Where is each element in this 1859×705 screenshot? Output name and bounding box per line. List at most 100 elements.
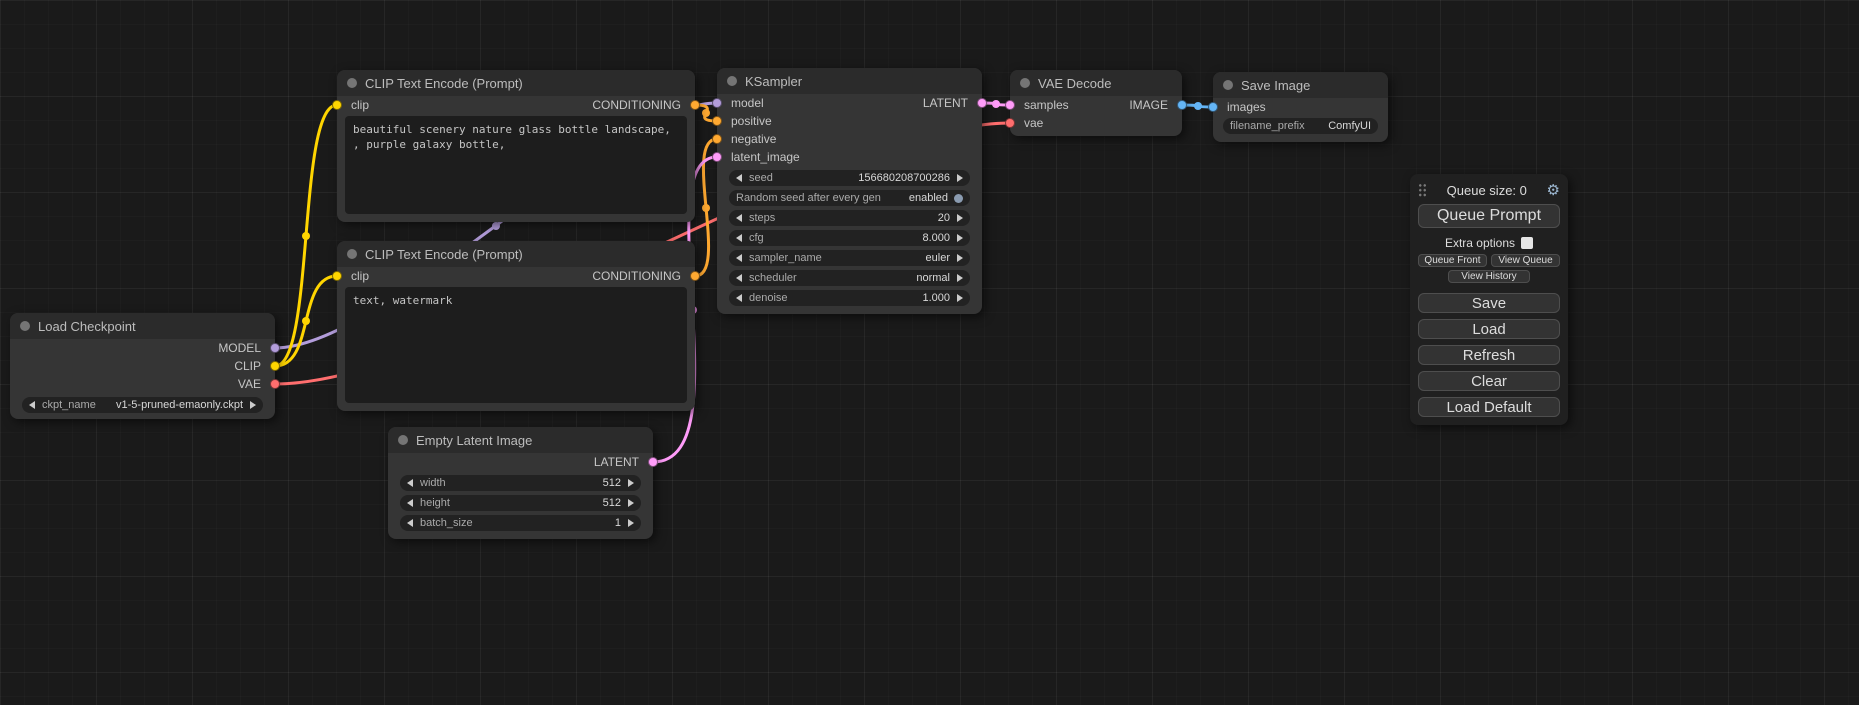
queue-buttons-row: Queue Front View Queue — [1418, 254, 1560, 267]
node-title-bar[interactable]: VAE Decode — [1010, 70, 1182, 96]
slot-dot-image-output[interactable] — [1177, 100, 1187, 110]
slot-dot-negative-input[interactable] — [712, 134, 722, 144]
next-value-icon[interactable] — [628, 479, 634, 487]
node-title-bar[interactable]: Load Checkpoint — [10, 313, 275, 339]
link-midpoint-negative[interactable] — [702, 204, 710, 212]
slot-dot-latent-image-input[interactable] — [712, 152, 722, 162]
clear-button[interactable]: Clear — [1418, 371, 1560, 391]
prev-value-icon[interactable] — [407, 519, 413, 527]
load-button[interactable]: Load — [1418, 319, 1560, 339]
link-midpoint-positive[interactable] — [702, 109, 710, 117]
view-queue-button[interactable]: View Queue — [1491, 254, 1560, 267]
next-value-icon[interactable] — [957, 274, 963, 282]
slot-dot-positive-input[interactable] — [712, 116, 722, 126]
prev-value-icon[interactable] — [736, 254, 742, 262]
prev-value-icon[interactable] — [736, 214, 742, 222]
widget-steps[interactable]: steps 20 — [729, 210, 970, 226]
graph-canvas[interactable]: Load Checkpoint MODEL CLIP VAE ckpt_name… — [0, 0, 1859, 705]
slot-dot-conditioning-output[interactable] — [690, 271, 700, 281]
node-clip-text-encode-negative[interactable]: CLIP Text Encode (Prompt) clip CONDITION… — [337, 241, 695, 411]
negative-prompt-textarea[interactable]: text, watermark — [345, 287, 687, 403]
slot-dot-clip-input[interactable] — [332, 271, 342, 281]
collapse-toggle-icon[interactable] — [20, 321, 30, 331]
next-value-icon[interactable] — [628, 519, 634, 527]
prev-value-icon[interactable] — [736, 274, 742, 282]
collapse-toggle-icon[interactable] — [1223, 80, 1233, 90]
next-value-icon[interactable] — [250, 401, 256, 409]
slot-dot-images-input[interactable] — [1208, 102, 1218, 112]
save-button[interactable]: Save — [1418, 293, 1560, 313]
slot-dot-model-output[interactable] — [270, 343, 280, 353]
toggle-knob-icon[interactable] — [954, 194, 963, 203]
node-vae-decode[interactable]: VAE Decode samples IMAGE vae — [1010, 70, 1182, 136]
link-midpoint-image[interactable] — [1194, 102, 1202, 110]
widget-denoise[interactable]: denoise 1.000 — [729, 290, 970, 306]
widget-batch-size[interactable]: batch_size 1 — [400, 515, 641, 531]
next-value-icon[interactable] — [628, 499, 634, 507]
collapse-toggle-icon[interactable] — [727, 76, 737, 86]
slot-dot-clip-input[interactable] — [332, 100, 342, 110]
slot-row-clip-conditioning: clip CONDITIONING — [337, 267, 695, 285]
node-empty-latent-image[interactable]: Empty Latent Image LATENT width 512 heig… — [388, 427, 653, 539]
node-title-bar[interactable]: CLIP Text Encode (Prompt) — [337, 70, 695, 96]
comfy-menu-panel: Queue size: 0 ⚙ Queue Prompt Extra optio… — [1410, 174, 1568, 425]
widget-seed[interactable]: seed 156680208700286 — [729, 170, 970, 186]
link-midpoint-clip-negative[interactable] — [302, 317, 310, 325]
node-title: Load Checkpoint — [38, 319, 136, 334]
next-value-icon[interactable] — [957, 214, 963, 222]
slot-row-vae: vae — [1010, 114, 1182, 132]
node-clip-text-encode-positive[interactable]: CLIP Text Encode (Prompt) clip CONDITION… — [337, 70, 695, 222]
node-title-bar[interactable]: Empty Latent Image — [388, 427, 653, 453]
settings-gear-icon[interactable]: ⚙ — [1547, 183, 1560, 198]
slot-dot-latent-output[interactable] — [977, 98, 987, 108]
widget-scheduler[interactable]: scheduler normal — [729, 270, 970, 286]
collapse-toggle-icon[interactable] — [1020, 78, 1030, 88]
node-title-bar[interactable]: CLIP Text Encode (Prompt) — [337, 241, 695, 267]
extra-options-checkbox[interactable] — [1521, 237, 1533, 249]
drag-handle-icon[interactable] — [1418, 183, 1427, 197]
prev-value-icon[interactable] — [407, 479, 413, 487]
load-default-button[interactable]: Load Default — [1418, 397, 1560, 417]
queue-prompt-button[interactable]: Queue Prompt — [1418, 204, 1560, 228]
widget-sampler-name[interactable]: sampler_name euler — [729, 250, 970, 266]
widget-random-seed-toggle[interactable]: Random seed after every gen enabled — [729, 190, 970, 206]
positive-prompt-textarea[interactable]: beautiful scenery nature glass bottle la… — [345, 116, 687, 214]
widget-height[interactable]: height 512 — [400, 495, 641, 511]
next-value-icon[interactable] — [957, 294, 963, 302]
slot-dot-vae-input[interactable] — [1005, 118, 1015, 128]
slot-dot-latent-output[interactable] — [648, 457, 658, 467]
widget-cfg[interactable]: cfg 8.000 — [729, 230, 970, 246]
node-title: Empty Latent Image — [416, 433, 532, 448]
link-midpoint-model[interactable] — [492, 222, 500, 230]
next-value-icon[interactable] — [957, 254, 963, 262]
widget-width[interactable]: width 512 — [400, 475, 641, 491]
slot-dot-clip-output[interactable] — [270, 361, 280, 371]
node-load-checkpoint[interactable]: Load Checkpoint MODEL CLIP VAE ckpt_name… — [10, 313, 275, 419]
next-value-icon[interactable] — [957, 174, 963, 182]
node-title-bar[interactable]: Save Image — [1213, 72, 1388, 98]
slot-dot-vae-output[interactable] — [270, 379, 280, 389]
node-ksampler[interactable]: KSampler model LATENT positive negative … — [717, 68, 982, 314]
node-title: CLIP Text Encode (Prompt) — [365, 247, 523, 262]
prev-value-icon[interactable] — [736, 294, 742, 302]
prev-value-icon[interactable] — [29, 401, 35, 409]
prev-value-icon[interactable] — [736, 174, 742, 182]
slot-dot-conditioning-output[interactable] — [690, 100, 700, 110]
collapse-toggle-icon[interactable] — [398, 435, 408, 445]
next-value-icon[interactable] — [957, 234, 963, 242]
collapse-toggle-icon[interactable] — [347, 249, 357, 259]
prev-value-icon[interactable] — [736, 234, 742, 242]
widget-filename-prefix[interactable]: filename_prefix ComfyUI — [1223, 118, 1378, 134]
link-midpoint-clip-positive[interactable] — [302, 232, 310, 240]
slot-dot-model-input[interactable] — [712, 98, 722, 108]
collapse-toggle-icon[interactable] — [347, 78, 357, 88]
node-title-bar[interactable]: KSampler — [717, 68, 982, 94]
link-midpoint-samples[interactable] — [992, 100, 1000, 108]
prev-value-icon[interactable] — [407, 499, 413, 507]
refresh-button[interactable]: Refresh — [1418, 345, 1560, 365]
node-save-image[interactable]: Save Image images filename_prefix ComfyU… — [1213, 72, 1388, 142]
widget-ckpt-name[interactable]: ckpt_name v1-5-pruned-emaonly.ckpt — [22, 397, 263, 413]
queue-front-button[interactable]: Queue Front — [1418, 254, 1487, 267]
slot-dot-samples-input[interactable] — [1005, 100, 1015, 110]
view-history-button[interactable]: View History — [1448, 270, 1529, 283]
